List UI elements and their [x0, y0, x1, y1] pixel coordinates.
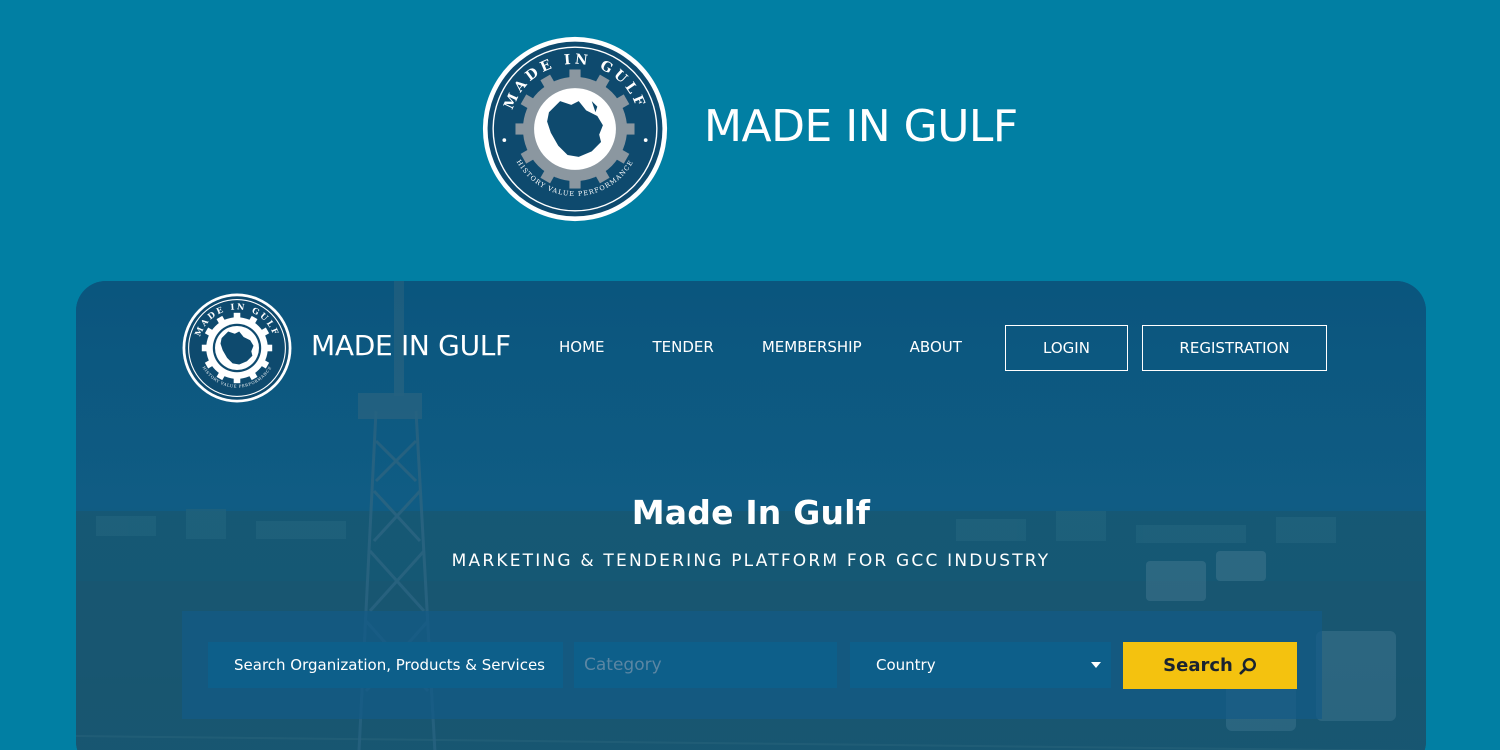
nav-logo-icon[interactable]: MADE IN GULF HISTORY VALUE PERFORMANCE — [182, 293, 292, 403]
login-button[interactable]: LOGIN — [1005, 325, 1128, 371]
nav-item-home[interactable]: HOME — [559, 338, 605, 356]
website-preview-card: MADE IN GULF HISTORY VALUE PERFORMANCE M… — [76, 281, 1426, 750]
search-button[interactable]: Search — [1123, 642, 1297, 689]
brand-name: MADE IN GULF — [704, 100, 1018, 152]
search-panel: Search Organization, Products & Services… — [182, 611, 1322, 719]
search-button-label: Search — [1163, 655, 1233, 676]
nav-item-tender[interactable]: TENDER — [653, 338, 714, 356]
nav-item-membership[interactable]: MEMBERSHIP — [762, 338, 862, 356]
country-select-value: Country — [876, 656, 936, 674]
hero-title: Made In Gulf — [631, 493, 871, 532]
made-in-gulf-seal-icon: MADE IN GULF HISTORY VALUE PERFORMANCE — [482, 36, 668, 222]
hero-subtitle: MARKETING & TENDERING PLATFORM FOR GCC I… — [451, 551, 1051, 571]
organization-search-input[interactable]: Search Organization, Products & Services — [208, 642, 563, 688]
nav-item-about[interactable]: ABOUT — [910, 338, 962, 356]
search-icon — [1239, 657, 1256, 675]
caret-down-icon — [1091, 662, 1101, 668]
category-input[interactable]: Category — [574, 642, 837, 688]
top-navigation: MADE IN GULF HISTORY VALUE PERFORMANCE M… — [76, 281, 1426, 411]
registration-button[interactable]: REGISTRATION — [1142, 325, 1327, 371]
nav-logo-text[interactable]: MADE IN GULF — [311, 329, 511, 362]
nav-menu: HOME TENDER MEMBERSHIP ABOUT — [559, 338, 1010, 356]
country-select[interactable]: Country — [850, 642, 1111, 688]
brand-header: MADE IN GULF HISTORY VALUE PERFORMANCE M… — [482, 36, 1018, 222]
